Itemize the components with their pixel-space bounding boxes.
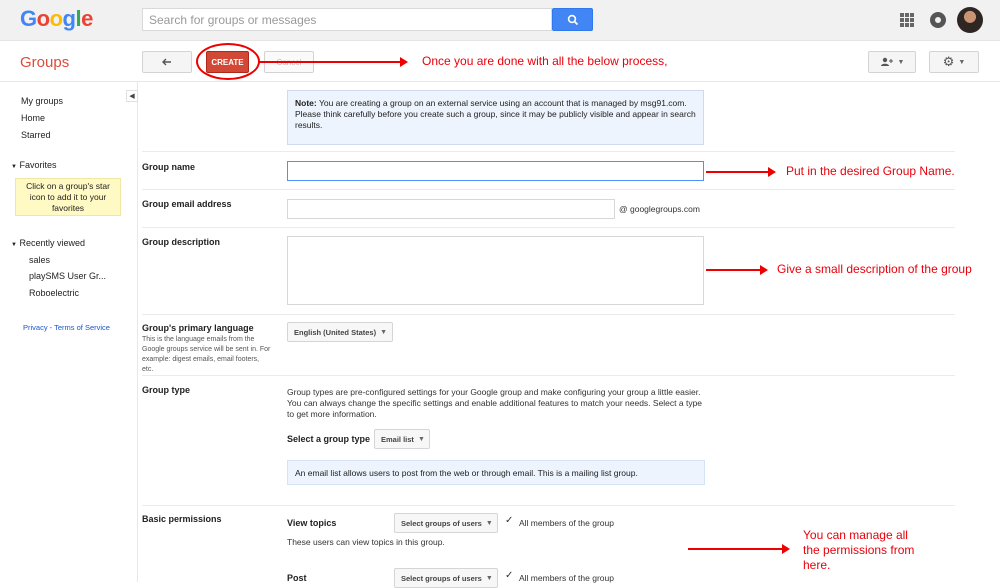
logo-letter: G <box>20 6 37 31</box>
settings-button[interactable]: ⚙ ▼ <box>929 51 979 73</box>
recent-item-sales[interactable]: sales <box>29 255 50 265</box>
checkmark-icon: ✓ <box>505 515 514 526</box>
back-arrow-icon <box>162 58 171 66</box>
group-description-input[interactable] <box>287 236 704 305</box>
google-logo[interactable]: Google <box>20 6 93 32</box>
annotation-arrow <box>706 167 776 177</box>
annotation-create-note: Once you are done with all the below pro… <box>422 54 668 68</box>
post-value: All members of the group <box>519 573 614 583</box>
sidebar-item-starred[interactable]: Starred <box>21 130 51 140</box>
sidebar-recent-toggle[interactable]: ▼ Recently viewed <box>11 238 85 248</box>
annotation-arrow <box>259 57 408 67</box>
logo-letter: o <box>36 6 50 31</box>
sidebar-item-my-groups[interactable]: My groups <box>21 96 63 106</box>
view-topics-select[interactable]: Select groups of users ▼ <box>394 513 498 533</box>
recent-label: Recently viewed <box>19 238 85 248</box>
checkmark-icon: ✓ <box>505 570 514 581</box>
favorites-label: Favorites <box>19 160 57 170</box>
primary-language-help: This is the language emails from the Goo… <box>142 336 271 373</box>
chevron-down-icon: ▼ <box>485 574 493 582</box>
divider <box>142 375 955 376</box>
divider <box>142 314 955 315</box>
notifications-icon[interactable] <box>930 12 946 28</box>
triangle-down-icon: ▼ <box>11 242 17 248</box>
privacy-terms-link[interactable]: Privacy - Terms of Service <box>23 323 110 332</box>
post-dropdown-label: Select groups of users <box>401 573 482 583</box>
chevron-down-icon: ▼ <box>897 58 905 66</box>
divider <box>142 189 955 190</box>
divider <box>142 227 955 228</box>
sidebar-item-home[interactable]: Home <box>21 113 45 123</box>
sidebar <box>0 82 138 582</box>
annotation-arrow <box>706 265 768 275</box>
view-topics-help: These users can view topics in this grou… <box>287 537 445 547</box>
view-topics-label: View topics <box>287 518 337 528</box>
back-button[interactable] <box>142 51 192 73</box>
note-text: You are creating a group on an external … <box>295 98 696 130</box>
annotation-line: here. <box>803 558 831 572</box>
group-email-input[interactable] <box>287 199 615 219</box>
search-button[interactable] <box>552 8 593 31</box>
logo-letter: e <box>81 6 93 31</box>
annotation-line: the permissions from <box>803 543 915 557</box>
annotation-arrow <box>688 544 790 554</box>
person-add-icon <box>880 57 893 66</box>
annotation-description-note: Give a small description of the group <box>777 262 972 276</box>
group-type-select[interactable]: Email list ▼ <box>374 429 430 449</box>
language-value: English (United States) <box>294 327 377 337</box>
top-bar: Google Search for groups or messages <box>0 0 1000 41</box>
post-select[interactable]: Select groups of users ▼ <box>394 568 498 588</box>
view-topics-value: All members of the group <box>519 518 614 528</box>
recent-item-playsms[interactable]: playSMS User Gr... <box>29 271 106 281</box>
select-group-type-label: Select a group type <box>287 434 371 444</box>
members-button[interactable]: ▼ <box>868 51 916 73</box>
group-email-label: Group email address <box>142 199 232 209</box>
search-input[interactable]: Search for groups or messages <box>142 8 552 31</box>
chevron-down-icon: ▼ <box>958 58 966 66</box>
avatar[interactable] <box>957 7 983 33</box>
group-type-info: An email list allows users to post from … <box>287 460 705 485</box>
collapse-sidebar-icon[interactable]: ◀ <box>126 90 138 102</box>
group-description-label: Group description <box>142 237 221 247</box>
group-type-label: Group type <box>142 385 191 395</box>
external-service-note: Note: You are creating a group on an ext… <box>287 90 704 145</box>
primary-language-label: Group's primary language <box>142 323 254 333</box>
annotation-line: You can manage all <box>803 528 908 542</box>
group-name-input[interactable] <box>287 161 704 181</box>
apps-grid-icon[interactable] <box>900 13 914 27</box>
favorites-hint: Click on a group's star icon to add it t… <box>15 178 121 216</box>
email-domain-suffix: @ googlegroups.com <box>619 204 700 214</box>
note-bold: Note: <box>295 98 317 108</box>
page-title: Groups <box>20 54 70 71</box>
triangle-down-icon: ▼ <box>11 164 17 170</box>
chevron-down-icon: ▼ <box>380 328 388 336</box>
annotation-permissions-note: You can manage all the permissions from … <box>803 528 914 573</box>
group-type-description: Group types are pre-configured settings … <box>287 387 703 419</box>
language-select[interactable]: English (United States) ▼ <box>287 322 393 342</box>
sidebar-favorites-toggle[interactable]: ▼ Favorites <box>11 160 56 170</box>
annotation-circle <box>196 43 260 80</box>
chevron-down-icon: ▼ <box>417 435 425 443</box>
recent-item-roboelectric[interactable]: Roboelectric <box>29 288 79 298</box>
chevron-down-icon: ▼ <box>485 519 493 527</box>
group-name-label: Group name <box>142 162 196 172</box>
scrollbar[interactable] <box>992 82 1000 582</box>
group-type-value: Email list <box>381 434 414 444</box>
logo-letter: o <box>49 6 63 31</box>
gear-icon: ⚙ <box>942 54 955 69</box>
divider <box>142 505 955 506</box>
search-icon <box>567 14 578 25</box>
search-placeholder: Search for groups or messages <box>149 13 317 27</box>
annotation-name-note: Put in the desired Group Name. <box>786 164 955 178</box>
basic-permissions-label: Basic permissions <box>142 514 222 524</box>
logo-letter: g <box>62 6 76 31</box>
view-topics-dropdown-label: Select groups of users <box>401 518 482 528</box>
divider <box>142 151 955 152</box>
